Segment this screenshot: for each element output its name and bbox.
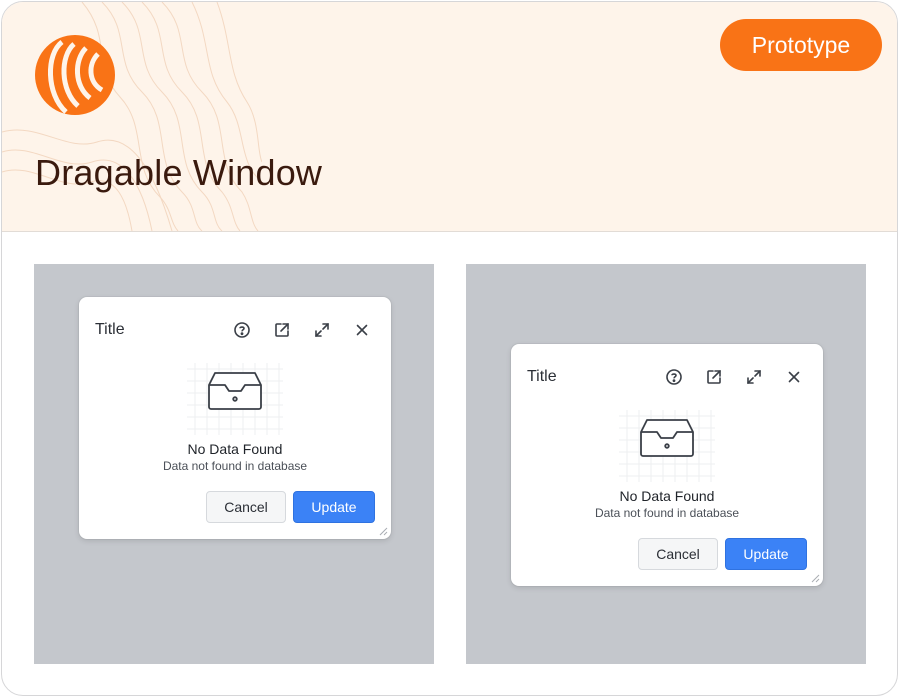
expand-icon bbox=[315, 323, 329, 337]
expand-icon bbox=[747, 370, 761, 384]
header: Dragable Window Prototype bbox=[2, 2, 897, 232]
close-button[interactable] bbox=[783, 366, 805, 388]
expand-button[interactable] bbox=[743, 366, 765, 388]
cancel-button[interactable]: Cancel bbox=[638, 538, 718, 570]
logo-icon bbox=[35, 35, 115, 115]
empty-state-title: No Data Found bbox=[187, 441, 283, 457]
canvas-panel-right: Title No Data Found Data not found in da… bbox=[466, 264, 866, 664]
open-external-button[interactable] bbox=[271, 319, 293, 341]
empty-inbox-icon bbox=[619, 410, 715, 482]
help-button[interactable] bbox=[231, 319, 253, 341]
prototype-frame: Dragable Window Prototype Title No Data … bbox=[1, 1, 898, 696]
close-icon bbox=[788, 371, 800, 383]
window-actions bbox=[213, 319, 373, 341]
empty-state-title: No Data Found bbox=[619, 488, 715, 504]
empty-inbox-icon bbox=[187, 363, 283, 435]
prototype-badge: Prototype bbox=[720, 19, 882, 71]
open-external-button[interactable] bbox=[703, 366, 725, 388]
dragable-window[interactable]: Title No Data Found Data not found in da… bbox=[79, 297, 391, 539]
help-icon bbox=[666, 369, 682, 385]
update-button[interactable]: Update bbox=[293, 491, 375, 523]
open-external-icon bbox=[275, 323, 289, 337]
close-button[interactable] bbox=[351, 319, 373, 341]
help-icon bbox=[234, 322, 250, 338]
empty-state-subtitle: Data not found in database bbox=[162, 459, 308, 473]
dragable-window[interactable]: Title No Data Found Data not found in da… bbox=[511, 344, 823, 586]
cancel-button[interactable]: Cancel bbox=[206, 491, 286, 523]
window-title: Title bbox=[527, 368, 557, 385]
page-title: Dragable Window bbox=[35, 152, 323, 193]
open-external-icon bbox=[707, 370, 721, 384]
window-actions bbox=[645, 366, 805, 388]
close-icon bbox=[356, 324, 368, 336]
update-button[interactable]: Update bbox=[725, 538, 807, 570]
canvas-panel-left: Title No Data Found Data not found in da… bbox=[34, 264, 434, 664]
resize-grip-icon[interactable] bbox=[810, 573, 820, 583]
empty-state-subtitle: Data not found in database bbox=[594, 506, 740, 520]
window-title: Title bbox=[95, 321, 125, 338]
resize-grip-icon[interactable] bbox=[378, 526, 388, 536]
expand-button[interactable] bbox=[311, 319, 333, 341]
help-button[interactable] bbox=[663, 366, 685, 388]
